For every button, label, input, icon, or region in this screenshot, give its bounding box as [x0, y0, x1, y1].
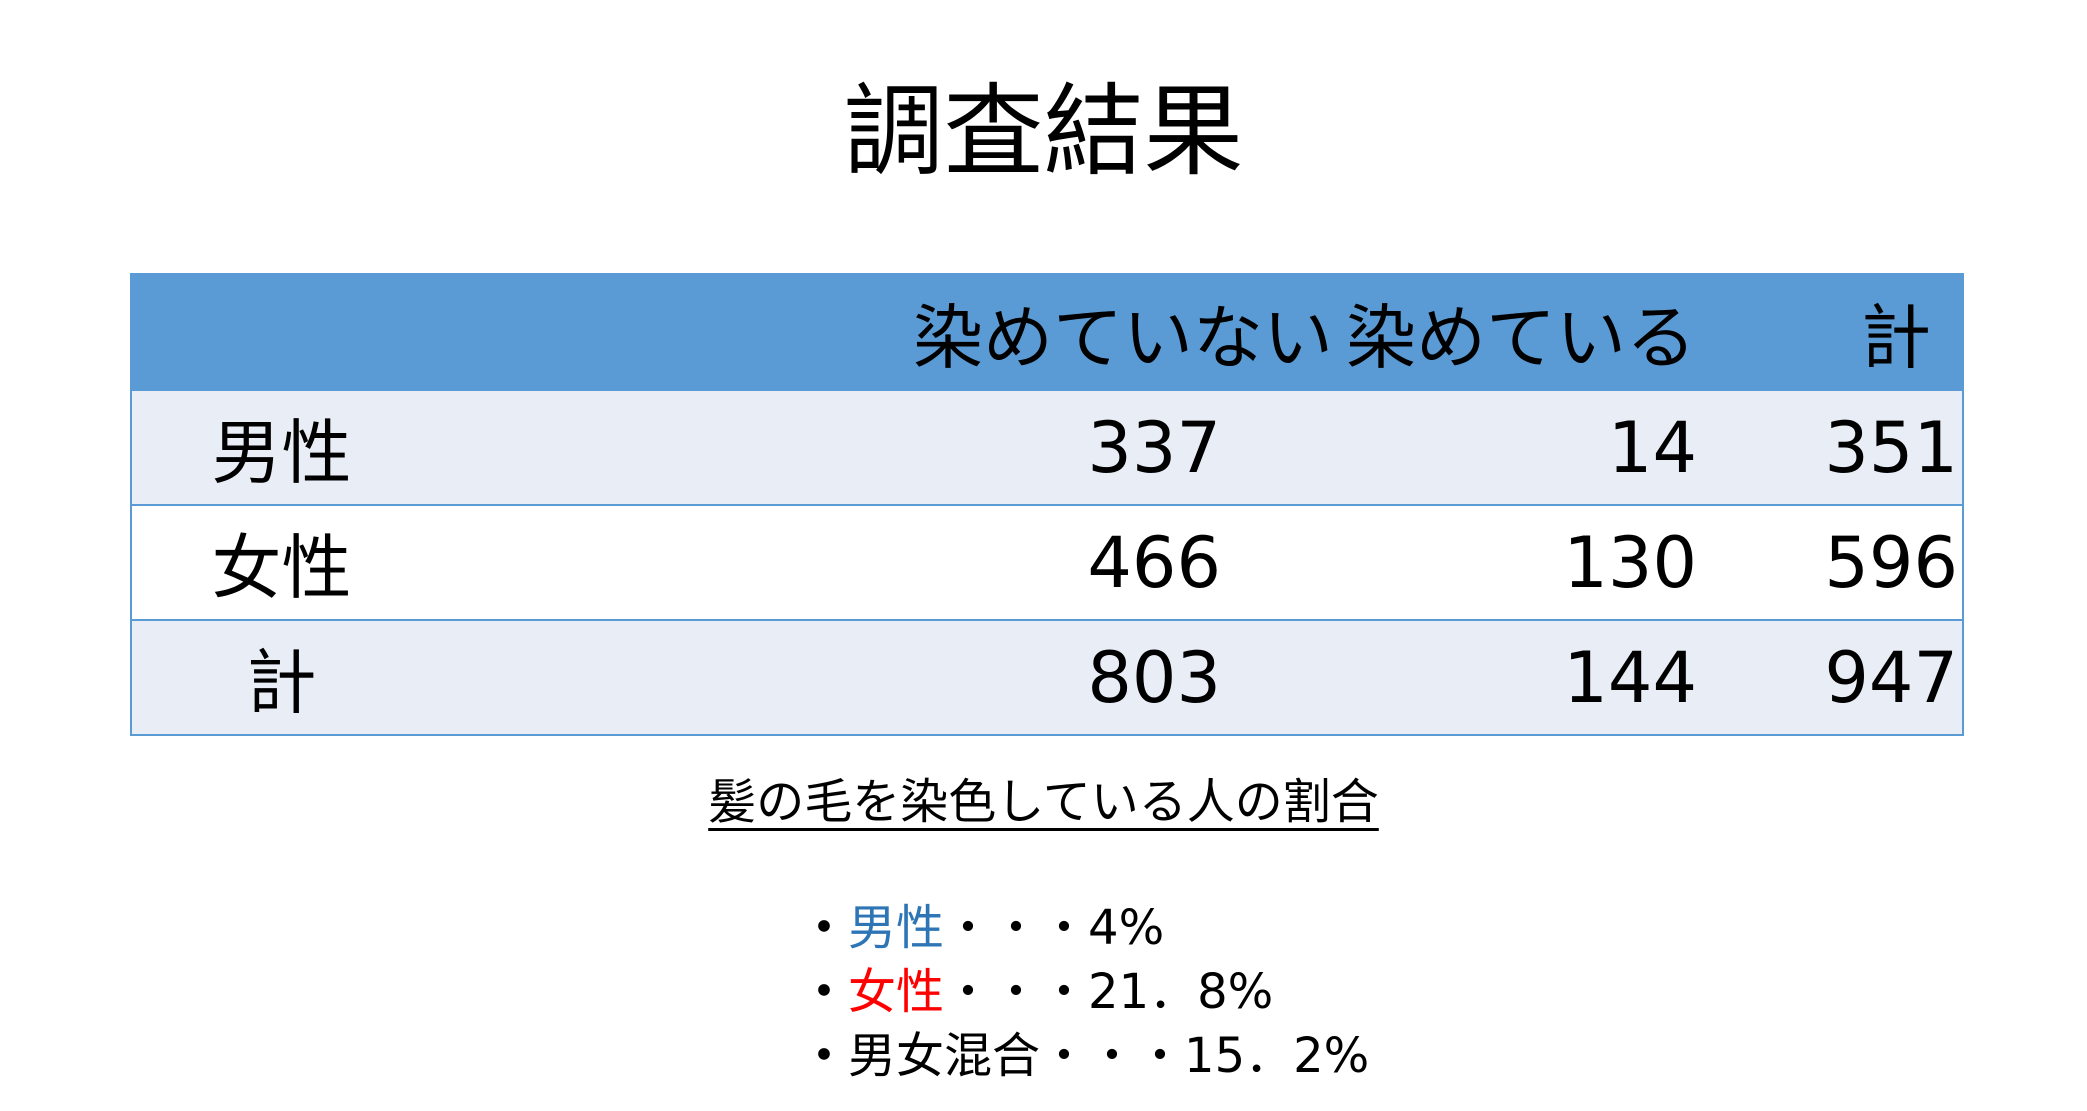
- row-label-total: 計: [246, 642, 317, 724]
- ratio-label-mixed: 男女混合: [848, 1028, 1041, 1084]
- section-subtitle: 髪の毛を染色している人の割合: [0, 770, 2087, 834]
- bullet-marker: ・: [800, 1028, 849, 1084]
- table-row: 計 803 144 947: [131, 620, 1963, 735]
- table-header-empty: [131, 274, 451, 390]
- cell-female-dyed: 130: [1563, 521, 1697, 604]
- list-item: ・男女混合・・・15．2%: [800, 1024, 1369, 1088]
- ratio-value-male: ・・・4%: [944, 900, 1165, 956]
- survey-result-table: 染めていない 染めている 計 男性 337 14 351 女性 466 130 …: [130, 273, 1964, 736]
- table-row: 男性 337 14 351: [131, 390, 1963, 505]
- cell-total-total: 947: [1824, 636, 1958, 719]
- bullet-marker: ・: [800, 900, 849, 956]
- cell-female-total: 596: [1824, 521, 1958, 604]
- ratio-value-mixed: ・・・15．2%: [1040, 1028, 1370, 1084]
- ratio-list: ・男性・・・4% ・女性・・・21．8% ・男女混合・・・15．2%: [800, 896, 1369, 1088]
- row-label-female: 女性: [211, 527, 352, 609]
- table-header-row: 染めていない 染めている 計: [131, 274, 1963, 390]
- table-header-total: 計: [1701, 274, 1963, 390]
- table-row: 女性 466 130 596: [131, 505, 1963, 620]
- cell-male-total: 351: [1824, 406, 1958, 489]
- ratio-label-female: 女性: [848, 964, 945, 1020]
- list-item: ・女性・・・21．8%: [800, 960, 1369, 1024]
- bullet-marker: ・: [800, 964, 849, 1020]
- row-label-male: 男性: [211, 412, 352, 494]
- cell-total-dyed: 144: [1563, 636, 1697, 719]
- table-header-not-dyed: 染めていない: [451, 274, 1333, 390]
- cell-female-not-dyed: 466: [1087, 521, 1221, 604]
- ratio-value-female: ・・・21．8%: [944, 964, 1274, 1020]
- page-title: 調査結果: [843, 73, 1244, 190]
- cell-total-not-dyed: 803: [1087, 636, 1221, 719]
- cell-male-dyed: 14: [1607, 406, 1697, 489]
- subtitle-text: 髪の毛を染色している人の割合: [708, 774, 1379, 830]
- ratio-label-male: 男性: [848, 900, 945, 956]
- list-item: ・男性・・・4%: [800, 896, 1369, 960]
- cell-male-not-dyed: 337: [1087, 406, 1221, 489]
